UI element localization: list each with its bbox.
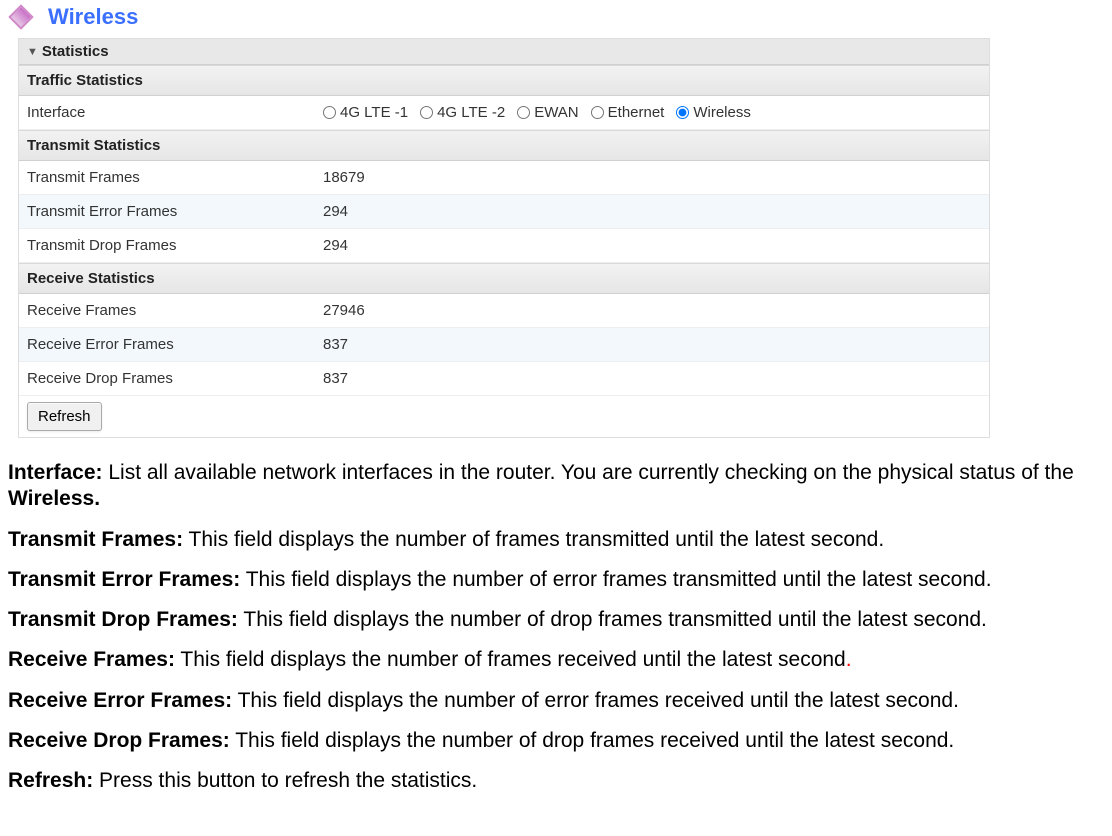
transmit-drop-frames-row: Transmit Drop Frames 294 (19, 229, 989, 263)
receive-frames-value: 27946 (315, 294, 989, 327)
radio-4g-lte-1[interactable] (323, 106, 336, 119)
panel-header[interactable]: ▼ Statistics (19, 39, 989, 65)
transmit-drop-value: 294 (315, 229, 989, 262)
desc-interface-bold: Interface: (8, 461, 103, 484)
transmit-error-value: 294 (315, 195, 989, 228)
label-wireless: Wireless (693, 104, 751, 121)
desc-receive-frames: Receive Frames: This field displays the … (8, 647, 1104, 673)
desc-rx-frames-text: This field displays the number of frames… (175, 648, 846, 671)
desc-rx-drop-text: This field displays the number of drop f… (230, 729, 955, 752)
interface-label: Interface (19, 96, 315, 129)
radio-ethernet[interactable] (591, 106, 604, 119)
radio-wireless[interactable] (676, 106, 689, 119)
transmit-frames-row: Transmit Frames 18679 (19, 161, 989, 195)
transmit-drop-label: Transmit Drop Frames (19, 229, 315, 262)
collapse-icon: ▼ (27, 46, 38, 58)
transmit-statistics-header: Transmit Statistics (19, 130, 989, 161)
receive-statistics-header: Receive Statistics (19, 263, 989, 294)
section-heading: Wireless (12, 4, 1108, 30)
desc-tx-frames-bold: Transmit Frames: (8, 528, 183, 551)
desc-transmit-drop: Transmit Drop Frames: This field display… (8, 607, 1104, 633)
receive-error-value: 837 (315, 328, 989, 361)
desc-receive-drop: Receive Drop Frames: This field displays… (8, 728, 1104, 754)
desc-tx-drop-text: This field displays the number of drop f… (238, 608, 987, 631)
receive-drop-label: Receive Drop Frames (19, 362, 315, 395)
desc-receive-error: Receive Error Frames: This field display… (8, 688, 1104, 714)
desc-tx-drop-bold: Transmit Drop Frames: (8, 608, 238, 631)
receive-frames-row: Receive Frames 27946 (19, 294, 989, 328)
desc-transmit-frames: Transmit Frames: This field displays the… (8, 527, 1104, 553)
desc-rx-err-text: This field displays the number of error … (232, 689, 959, 712)
desc-tx-err-bold: Transmit Error Frames: (8, 568, 240, 591)
interface-row: Interface 4G LTE -1 4G LTE -2 EWAN Ether… (19, 96, 989, 130)
interface-option-ewan[interactable]: EWAN (517, 104, 578, 121)
transmit-error-label: Transmit Error Frames (19, 195, 315, 228)
receive-drop-frames-row: Receive Drop Frames 837 (19, 362, 989, 396)
interface-option-wireless[interactable]: Wireless (676, 104, 751, 121)
radio-4g-lte-2[interactable] (420, 106, 433, 119)
label-4g-lte-1: 4G LTE -1 (340, 104, 408, 121)
desc-tx-err-text: This field displays the number of error … (240, 568, 991, 591)
receive-error-label: Receive Error Frames (19, 328, 315, 361)
desc-refresh: Refresh: Press this button to refresh th… (8, 768, 1104, 794)
label-ethernet: Ethernet (608, 104, 665, 121)
label-ewan: EWAN (534, 104, 578, 121)
transmit-error-frames-row: Transmit Error Frames 294 (19, 195, 989, 229)
interface-option-4g-lte-2[interactable]: 4G LTE -2 (420, 104, 505, 121)
desc-interface-bold2: Wireless. (8, 487, 100, 510)
desc-rx-frames-dot: . (846, 648, 852, 671)
desc-transmit-error: Transmit Error Frames: This field displa… (8, 567, 1104, 593)
refresh-row: Refresh (19, 396, 989, 437)
desc-tx-frames-text: This field displays the number of frames… (183, 528, 884, 551)
desc-interface-text: List all available network interfaces in… (103, 461, 1074, 484)
label-4g-lte-2: 4G LTE -2 (437, 104, 505, 121)
heading-text: Wireless (48, 4, 138, 30)
diamond-bullet-icon (8, 4, 33, 29)
refresh-button[interactable]: Refresh (27, 402, 102, 431)
interface-options: 4G LTE -1 4G LTE -2 EWAN Ethernet Wirele… (315, 96, 989, 129)
interface-option-4g-lte-1[interactable]: 4G LTE -1 (323, 104, 408, 121)
desc-rx-frames-bold: Receive Frames: (8, 648, 175, 671)
desc-rx-err-bold: Receive Error Frames: (8, 689, 232, 712)
panel-title: Statistics (42, 43, 109, 60)
desc-interface: Interface: List all available network in… (8, 460, 1104, 513)
traffic-statistics-header: Traffic Statistics (19, 65, 989, 96)
receive-error-frames-row: Receive Error Frames 837 (19, 328, 989, 362)
desc-refresh-bold: Refresh: (8, 769, 93, 792)
receive-frames-label: Receive Frames (19, 294, 315, 327)
transmit-frames-label: Transmit Frames (19, 161, 315, 194)
statistics-panel: ▼ Statistics Traffic Statistics Interfac… (18, 38, 990, 438)
radio-ewan[interactable] (517, 106, 530, 119)
description-block: Interface: List all available network in… (8, 460, 1104, 794)
desc-refresh-text: Press this button to refresh the statist… (93, 769, 477, 792)
interface-option-ethernet[interactable]: Ethernet (591, 104, 665, 121)
transmit-frames-value: 18679 (315, 161, 989, 194)
receive-drop-value: 837 (315, 362, 989, 395)
desc-rx-drop-bold: Receive Drop Frames: (8, 729, 230, 752)
